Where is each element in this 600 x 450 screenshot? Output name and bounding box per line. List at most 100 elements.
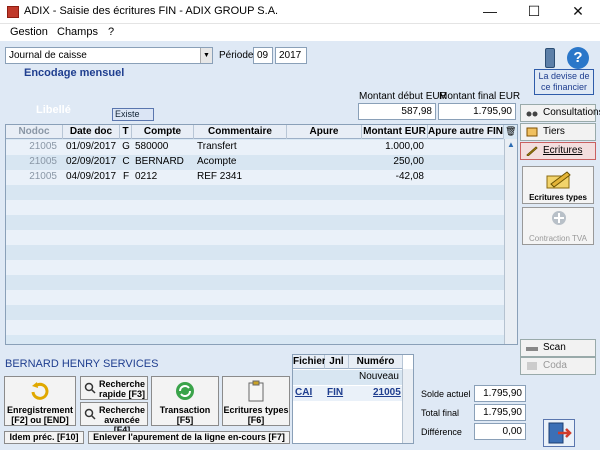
- table-row[interactable]: 21005 04/09/2017 F 0212 REF 2341 -42,08: [6, 170, 504, 185]
- encodage-title: Encodage mensuel: [24, 67, 125, 79]
- search-icon: [84, 382, 96, 394]
- cell-commentaire: REF 2341: [197, 171, 243, 182]
- notebook-pencil-icon: [546, 171, 571, 189]
- tiers-button[interactable]: Tiers: [520, 123, 596, 141]
- table-row[interactable]: 21005 02/09/2017 C BERNARD Acompte 250,0…: [6, 155, 504, 170]
- libelle-label: Libellé: [36, 104, 71, 116]
- montant-debut-label: Montant début EUR: [359, 91, 447, 102]
- tiers-icon: [526, 127, 538, 137]
- trash-icon[interactable]: 🗑: [505, 126, 516, 138]
- menu-gestion[interactable]: Gestion: [10, 26, 48, 38]
- help-icon[interactable]: ?: [567, 47, 589, 69]
- exit-button[interactable]: [543, 419, 575, 447]
- col-commentaire[interactable]: Commentaire: [194, 125, 287, 139]
- minimize-button[interactable]: —: [468, 0, 512, 24]
- table-row[interactable]: [6, 215, 504, 230]
- montant-debut-field[interactable]: 587,98: [358, 103, 436, 120]
- company-name: BERNARD HENRY SERVICES: [5, 358, 159, 370]
- col-apure-autre[interactable]: Apure autre FIN: [428, 125, 504, 139]
- fichier-cell: CAI: [295, 387, 313, 398]
- enlever-apurement-button[interactable]: Enlever l'apurement de la ligne en-cours…: [88, 431, 290, 444]
- ecritures-button[interactable]: Ecritures: [520, 142, 596, 160]
- plus-circle-icon: [552, 211, 566, 225]
- grid-header: Nodoc Date doc T Compte Commentaire Apur…: [6, 125, 504, 139]
- binoculars-icon: [526, 111, 538, 117]
- numero-header[interactable]: Numéro: [349, 355, 403, 369]
- coda-button[interactable]: Coda: [520, 357, 596, 375]
- col-compte[interactable]: Compte: [132, 125, 194, 139]
- jnl-header[interactable]: Jnl: [325, 355, 349, 369]
- menu-help[interactable]: ?: [108, 26, 114, 38]
- periode-year-input[interactable]: 2017: [275, 47, 307, 64]
- difference-field: 0,00: [474, 423, 526, 440]
- recherche-avancee-button[interactable]: Recherche avancée [F4]: [80, 402, 148, 435]
- grid-scrollbar[interactable]: ▲: [504, 139, 517, 344]
- col-date[interactable]: Date doc: [63, 125, 120, 139]
- app-icon: [7, 6, 19, 18]
- cell-type: F: [122, 171, 130, 182]
- contraction-tva-button[interactable]: Contraction TVA: [522, 207, 594, 245]
- clipboard-icon: [248, 380, 264, 402]
- idem-prec-button[interactable]: Idem préc. [F10]: [4, 431, 84, 444]
- table-row[interactable]: [6, 260, 504, 275]
- recherche-rapide-button[interactable]: Recherche rapide [F3]: [80, 376, 148, 400]
- cell-compte: 580000: [135, 141, 169, 152]
- montant-final-label: Montant final EUR: [439, 91, 521, 102]
- chevron-down-icon[interactable]: ▼: [200, 48, 212, 63]
- table-row[interactable]: [6, 230, 504, 245]
- devise-button[interactable]: La devise de ce financier: [534, 69, 594, 95]
- nouveau-row[interactable]: Nouveau: [293, 370, 403, 385]
- periode-label: Période: [219, 50, 254, 61]
- save-arrow-icon: [31, 382, 49, 400]
- ecritures-types-f6-label: Ecritures types [F6]: [223, 405, 289, 425]
- cell-montant: 250,00: [393, 156, 424, 167]
- tiers-label: Tiers: [543, 126, 565, 137]
- periode-month-input[interactable]: 09: [253, 47, 273, 64]
- cell-nodoc: 21005: [29, 156, 57, 167]
- jnl-cell: FIN: [327, 387, 344, 398]
- table-row[interactable]: [6, 185, 504, 200]
- table-row[interactable]: [6, 200, 504, 215]
- cell-commentaire: Transfert: [197, 141, 237, 152]
- fichier-panel: Fichier Jnl Numéro Nouveau CAI FIN 21005: [292, 354, 414, 444]
- col-nodoc[interactable]: Nodoc: [6, 125, 63, 139]
- maximize-button[interactable]: ☐: [512, 0, 556, 24]
- numero-cell: 21005: [373, 387, 401, 398]
- table-row[interactable]: [6, 275, 504, 290]
- transaction-button[interactable]: Transaction [F5]: [151, 376, 219, 426]
- cell-nodoc: 21005: [29, 171, 57, 182]
- phone-icon[interactable]: [545, 48, 555, 68]
- menu-champs[interactable]: Champs: [57, 26, 98, 38]
- fichier-scrollbar[interactable]: [402, 369, 413, 443]
- scan-label: Scan: [543, 342, 566, 353]
- transaction-label: Transaction [F5]: [159, 405, 211, 425]
- entries-grid: Nodoc Date doc T Compte Commentaire Apur…: [5, 124, 518, 345]
- journal-select[interactable]: Journal de caisse ▼: [5, 47, 213, 64]
- title-bar: ADIX - Saisie des écritures FIN - ADIX G…: [0, 0, 600, 24]
- fichier-row[interactable]: CAI FIN 21005: [293, 386, 403, 401]
- table-row[interactable]: [6, 320, 504, 335]
- col-type[interactable]: T: [120, 125, 132, 139]
- ecritures-types-label: Ecritures types: [529, 193, 587, 202]
- consultations-button[interactable]: Consultations: [520, 104, 600, 122]
- fichier-header[interactable]: Fichier: [293, 355, 326, 369]
- scroll-up-icon[interactable]: ▲: [506, 140, 516, 150]
- table-row[interactable]: [6, 305, 504, 320]
- montant-final-field[interactable]: 1.795,90: [438, 103, 516, 120]
- col-montant[interactable]: Montant EUR: [362, 125, 428, 139]
- enregistrement-button[interactable]: Enregistrement [F2] ou [END]: [4, 376, 76, 426]
- ecritures-types-button[interactable]: Ecritures types: [522, 166, 594, 204]
- scan-button[interactable]: Scan: [520, 339, 596, 357]
- table-row[interactable]: [6, 245, 504, 260]
- existe-badge: Existe: [112, 108, 154, 121]
- pencil-icon: [526, 146, 538, 156]
- col-apure[interactable]: Apure: [287, 125, 362, 139]
- close-button[interactable]: ✕: [556, 0, 600, 24]
- total-label: Total final: [421, 408, 460, 418]
- table-row[interactable]: 21005 01/09/2017 G 580000 Transfert 1.00…: [6, 140, 504, 155]
- table-row[interactable]: [6, 290, 504, 305]
- cell-date: 02/09/2017: [66, 156, 117, 167]
- enregistrement-label: Enregistrement [F2] ou [END]: [6, 405, 74, 425]
- cell-montant: 1.000,00: [385, 141, 424, 152]
- ecritures-types-f6-button[interactable]: Ecritures types [F6]: [222, 376, 290, 426]
